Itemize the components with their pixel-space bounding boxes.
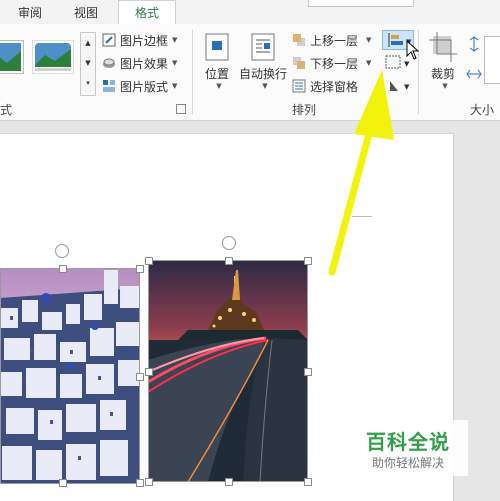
wrap-text-icon xyxy=(251,33,275,61)
bring-forward-label: 上移一层 xyxy=(310,33,359,48)
resize-handle[interactable] xyxy=(304,478,312,486)
wrap-text-button[interactable]: 自动换行 ▼ xyxy=(238,32,288,90)
selection-frame-1 xyxy=(0,268,140,484)
chevron-down-icon: ▼ xyxy=(366,36,372,44)
chevron-down-icon: ▼ xyxy=(172,82,178,90)
chevron-down-icon: ▼ xyxy=(172,36,178,44)
watermark: 百科全说 助你轻松解决 xyxy=(360,420,468,476)
send-backward-icon xyxy=(293,57,305,69)
dialog-launcher-icon[interactable] xyxy=(176,104,186,114)
mouse-cursor-icon xyxy=(406,40,420,60)
styles-gallery-scroll[interactable]: ▲ ▼ ▾ xyxy=(80,32,96,96)
watermark-title: 百科全说 xyxy=(366,430,450,454)
ribbon-tab-bar: 审阅 视图 格式 xyxy=(0,0,500,25)
crop-button[interactable]: 裁剪 ▼ xyxy=(426,32,460,90)
position-button[interactable]: 位置 ▼ xyxy=(200,32,234,90)
rotate-handle-icon[interactable] xyxy=(222,236,236,250)
picture-style-thumb-2[interactable] xyxy=(32,40,74,74)
resize-handle[interactable] xyxy=(145,478,153,486)
picture-border-label: 图片边框 xyxy=(120,33,169,48)
wrap-text-label: 自动换行 xyxy=(238,67,287,81)
selection-frame-2 xyxy=(148,260,308,482)
tab-view[interactable]: 视图 xyxy=(74,4,98,21)
qat-strip xyxy=(308,0,414,7)
scroll-down-icon[interactable]: ▼ xyxy=(81,53,95,73)
resize-handle[interactable] xyxy=(136,373,144,381)
position-icon xyxy=(205,33,229,61)
tab-review[interactable]: 审阅 xyxy=(18,4,42,21)
size-input-field[interactable] xyxy=(484,36,500,84)
height-icon xyxy=(466,36,482,52)
chevron-down-icon: ▼ xyxy=(216,82,222,90)
gallery-more-icon[interactable]: ▾ xyxy=(81,73,95,93)
resize-handle[interactable] xyxy=(145,368,153,376)
bring-forward-button[interactable]: 上移一层 ▼ xyxy=(292,30,371,50)
resize-handle[interactable] xyxy=(136,265,144,273)
watermark-subtitle: 助你轻松解决 xyxy=(372,456,445,470)
rotate-handle-icon[interactable] xyxy=(55,244,69,258)
resize-handle[interactable] xyxy=(136,479,144,487)
chevron-down-icon: ▼ xyxy=(262,82,268,90)
selection-pane-icon xyxy=(292,79,306,93)
chevron-down-icon: ▼ xyxy=(172,59,178,67)
scroll-up-icon[interactable]: ▲ xyxy=(81,33,95,53)
annotation-arrow xyxy=(328,70,394,276)
picture-effects-button[interactable]: 图片效果 ▼ xyxy=(102,53,177,73)
tab-format[interactable]: 格式 xyxy=(118,0,176,25)
resize-handle[interactable] xyxy=(225,478,233,486)
width-icon xyxy=(466,66,482,82)
bring-forward-icon xyxy=(293,34,305,46)
picture-style-thumb-1[interactable] xyxy=(0,40,24,74)
group-label-arrange: 排列 xyxy=(292,103,317,117)
picture-effects-label: 图片效果 xyxy=(120,56,169,71)
crop-icon xyxy=(429,32,457,62)
position-label: 位置 xyxy=(204,67,229,81)
resize-handle[interactable] xyxy=(304,368,312,376)
resize-handle[interactable] xyxy=(304,257,312,265)
crop-label: 裁剪 xyxy=(430,67,455,81)
picture-layout-label: 图片版式 xyxy=(120,79,169,94)
resize-handle[interactable] xyxy=(145,257,153,265)
effects-icon xyxy=(103,58,115,68)
resize-handle[interactable] xyxy=(59,479,67,487)
chevron-down-icon: ▼ xyxy=(442,82,448,90)
pen-icon xyxy=(102,33,116,47)
layout-icon xyxy=(103,80,115,92)
group-separator xyxy=(192,30,193,114)
picture-border-button[interactable]: 图片边框 ▼ xyxy=(102,30,177,50)
resize-handle[interactable] xyxy=(59,265,67,273)
group-label-size: 大小 xyxy=(470,103,495,117)
resize-handle[interactable] xyxy=(225,257,233,265)
group-label-picture-styles: 式 xyxy=(0,103,13,117)
picture-layout-button[interactable]: 图片版式 ▼ xyxy=(102,76,177,96)
